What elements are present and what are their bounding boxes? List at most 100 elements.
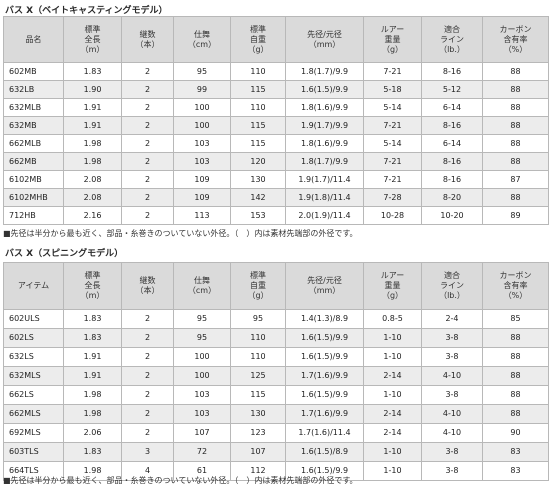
spinning-header-cell: 先径/元径 （mm） (285, 262, 364, 310)
header-text: 品名 (25, 34, 42, 44)
header-text: 先径/元径 (307, 276, 342, 285)
table-cell: 662LS (3, 385, 64, 405)
casting-header-cell: 適合 ライン （lb.） (421, 16, 483, 63)
table-cell: 2 (121, 80, 174, 99)
table-cell: 1.9(1.7)/9.9 (285, 116, 364, 135)
table-row: 662MLB 1.98 2 103 115 1.8(1.6)/9.9 5-14 6-14 88 (3, 134, 549, 153)
header-text: （g） (381, 44, 404, 54)
header-text: ライン (440, 34, 464, 44)
table-cell: 2 (121, 188, 174, 207)
table-cell: 1-10 (363, 442, 422, 462)
spinning-header-cell: 標準 全長 （m） (63, 262, 122, 310)
table-cell: 2-14 (363, 423, 422, 443)
table-cell: 1.98 (63, 152, 122, 171)
table-cell: 2 (121, 98, 174, 117)
spinning-header-cell: カーボン 含有率 （%） (482, 262, 549, 310)
header-text: （%） (503, 44, 528, 54)
table-cell: 632LS (3, 347, 64, 367)
table-cell: 1.83 (63, 309, 122, 329)
table-row: 632LS 1.91 2 100 110 1.6(1.5)/9.9 1-10 3-8 88 (3, 347, 549, 367)
table-cell: 110 (230, 98, 286, 117)
header-text: 自重 (250, 34, 266, 44)
table-cell: 1.6(1.5)/8.9 (285, 442, 364, 462)
table-cell: 3-8 (421, 328, 483, 348)
table-cell: 632LB (3, 80, 64, 99)
header-text: （mm） (308, 39, 341, 49)
table-cell: 89 (482, 206, 549, 225)
header-text: （g） (247, 291, 269, 300)
header-text: （本） (135, 39, 160, 49)
table-cell: 88 (482, 385, 549, 405)
header-text: 標準 (250, 271, 266, 280)
table-cell: 110 (230, 62, 286, 81)
table-cell: 8-16 (421, 62, 483, 81)
table-cell: 2 (121, 347, 174, 367)
header-text: （g） (247, 44, 269, 54)
header-text: 標準 (84, 24, 101, 34)
table-cell: 3 (121, 442, 174, 462)
table-cell: 2 (121, 309, 174, 329)
table-cell: 6-14 (421, 134, 483, 153)
table-cell: 712HB (3, 206, 64, 225)
table-cell: 1.83 (63, 62, 122, 81)
table-cell: 110 (230, 347, 286, 367)
table-row: 602LS 1.83 2 95 110 1.6(1.5)/9.9 1-10 3-8 88 (3, 328, 549, 348)
table-cell: 1.91 (63, 116, 122, 135)
spinning-header-cell: ルアー 重量 （g） (363, 262, 422, 310)
table-row: 632MLS 1.91 2 100 125 1.7(1.6)/9.9 2-14 4-10 88 (3, 366, 549, 386)
table-row: 603TLS 1.83 3 72 107 1.6(1.5)/8.9 1-10 3-8 83 (3, 442, 549, 462)
table-cell: 95 (230, 309, 286, 329)
table-cell: 7-28 (363, 188, 422, 207)
table-cell: 1.6(1.5)/9.9 (285, 328, 364, 348)
table-cell: 10-28 (363, 206, 422, 225)
table-cell: 632MLB (3, 98, 64, 117)
casting-header-cell: カーボン 含有率 （%） (482, 16, 549, 63)
header-text: （cm） (187, 286, 217, 295)
header-text: 先径/元径 (307, 29, 342, 39)
casting-header-cell: 先径/元径 （mm） (285, 16, 364, 63)
spinning-header-cell: アイテム (3, 262, 64, 310)
header-text: （m） (80, 291, 105, 300)
casting-header-cell: 仕舞 （cm） (173, 16, 231, 63)
header-text: ライン (440, 281, 464, 290)
table-cell: 1.91 (63, 347, 122, 367)
table-cell: 142 (230, 188, 286, 207)
header-text: （lb.） (439, 291, 465, 300)
table-row: 6102MB 2.08 2 109 130 1.9(1.7)/11.4 7-21 8-16 87 (3, 170, 549, 189)
table-cell: 103 (173, 404, 231, 424)
table-cell: 85 (482, 309, 549, 329)
table-cell: 115 (230, 80, 286, 99)
header-text: カーボン (499, 271, 532, 280)
header-text: 自重 (250, 281, 266, 290)
table-cell: 8-16 (421, 116, 483, 135)
casting-header-cell: 品名 (3, 16, 64, 63)
table-cell: 110 (230, 328, 286, 348)
table-cell: 662MB (3, 152, 64, 171)
table-cell: 88 (482, 98, 549, 117)
table-cell: 1.7(1.6)/9.9 (285, 366, 364, 386)
table-cell: 1.8(1.7)/9.9 (285, 62, 364, 81)
table-cell: 88 (482, 347, 549, 367)
table-cell: 153 (230, 206, 286, 225)
table-cell: 95 (173, 309, 231, 329)
table-cell: 72 (173, 442, 231, 462)
table-cell: 2.08 (63, 188, 122, 207)
table-cell: 1.6(1.5)/9.9 (285, 385, 364, 405)
casting-spec-table: 品名 標準 全長 （m） 継数 （本） 仕舞 （cm） 標準 自重 （g） 先径/元径 （mm） ルアー重… (3, 16, 549, 225)
table-cell: 2-14 (363, 404, 422, 424)
table-cell: 2.06 (63, 423, 122, 443)
table-row: 602MB 1.83 2 95 110 1.8(1.7)/9.9 7-21 8-16 88 (3, 62, 549, 81)
table-cell: 7-21 (363, 116, 422, 135)
table-cell: 1.8(1.6)/9.9 (285, 98, 364, 117)
table-cell: 90 (482, 423, 549, 443)
table-cell: 1.7(1.6)/9.9 (285, 404, 364, 424)
table-cell: 4-10 (421, 404, 483, 424)
table-cell: 7-21 (363, 152, 422, 171)
spinning-header-cell: 継数 （本） (121, 262, 174, 310)
table-cell: 3-8 (421, 461, 483, 481)
table-cell: 2-4 (421, 309, 483, 329)
table-cell: 1.7(1.6)/11.4 (285, 423, 364, 443)
table-cell: 2 (121, 206, 174, 225)
table-cell: 99 (173, 80, 231, 99)
table-cell: 1.83 (63, 442, 122, 462)
